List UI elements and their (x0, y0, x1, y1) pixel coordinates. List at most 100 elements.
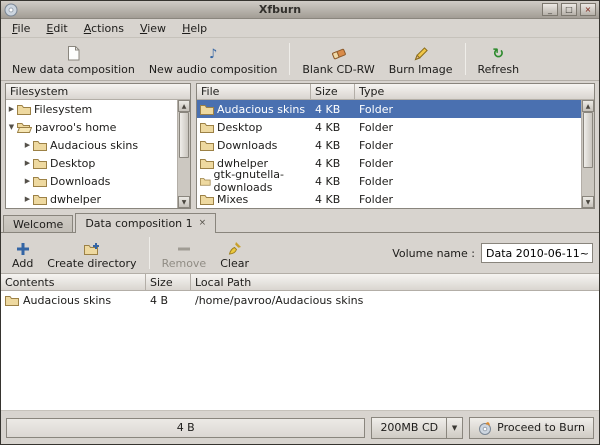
app-cd-icon (4, 3, 18, 17)
proceed-to-burn-button[interactable]: Proceed to Burn (469, 417, 594, 439)
composition-toolbar: Add Create directory Remove Clear (1, 233, 599, 273)
clear-button[interactable]: Clear (213, 234, 256, 272)
xfburn-window: Xfburn _ □ × File Edit Actions View Help… (0, 0, 600, 445)
folder-icon (33, 194, 47, 205)
new-data-composition-label: New data composition (12, 63, 135, 76)
browser-panes: Filesystem ▶ Filesystem ▼ pavroo's home … (1, 81, 599, 211)
maximize-button[interactable]: □ (561, 3, 577, 16)
tab-data-composition-label: Data composition 1 (85, 217, 192, 230)
tab-welcome[interactable]: Welcome (3, 215, 73, 232)
contents-local-path: /home/pavroo/Audacious skins (191, 294, 599, 307)
scrollbar-thumb[interactable] (583, 112, 593, 168)
refresh-icon: ↻ (492, 45, 504, 61)
blank-cdrw-button[interactable]: Blank CD-RW (295, 40, 381, 78)
menu-view[interactable]: View (132, 19, 174, 37)
data-composition-page: Add Create directory Remove Clear (1, 232, 599, 444)
burn-image-button[interactable]: Burn Image (382, 40, 460, 78)
filesystem-scrollbar[interactable]: ▲ ▼ (177, 100, 190, 208)
file-row-audacious-skins[interactable]: Audacious skins 4 KB Folder (197, 100, 594, 118)
menu-actions[interactable]: Actions (76, 19, 132, 37)
expander-icon[interactable]: ▼ (6, 123, 17, 131)
tree-item-filesystem[interactable]: ▶ Filesystem (6, 100, 190, 118)
clear-label: Clear (220, 257, 249, 270)
volume-name-label: Volume name : (392, 247, 475, 260)
composition-contents-table: Contents Size Local Path Audacious skins… (1, 273, 599, 410)
disc-size-combobox[interactable]: 200MB CD ▼ (371, 417, 463, 439)
menu-file[interactable]: File (4, 19, 38, 37)
file-row-desktop[interactable]: Desktop 4 KB Folder (197, 118, 594, 136)
statusbar: 4 B 200MB CD ▼ Proceed to Burn (1, 410, 599, 444)
main-toolbar: New data composition ♪ New audio composi… (1, 38, 599, 81)
folder-open-icon (17, 122, 32, 133)
expander-icon[interactable]: ▶ (22, 195, 33, 203)
new-audio-composition-button[interactable]: ♪ New audio composition (142, 40, 285, 78)
tree-item-downloads[interactable]: ▶ Downloads (6, 172, 190, 190)
tree-item-dwhelper[interactable]: ▶ dwhelper (6, 190, 190, 208)
proceed-to-burn-label: Proceed to Burn (497, 421, 585, 434)
column-header-file[interactable]: File (197, 84, 311, 100)
column-header-size[interactable]: Size (311, 84, 355, 100)
eraser-icon (331, 45, 347, 61)
file-type: Folder (355, 139, 594, 152)
file-row-downloads[interactable]: Downloads 4 KB Folder (197, 136, 594, 154)
composition-size-text: 4 B (177, 421, 195, 434)
tab-close-icon[interactable]: × (199, 219, 207, 228)
folder-icon (33, 158, 47, 169)
scroll-down-icon[interactable]: ▼ (178, 196, 190, 208)
column-header-size[interactable]: Size (146, 274, 191, 291)
file-list-scrollbar[interactable]: ▲ ▼ (581, 100, 594, 208)
create-directory-button[interactable]: Create directory (40, 234, 143, 272)
folder-icon (200, 176, 211, 187)
dropdown-arrow-icon[interactable]: ▼ (446, 418, 462, 438)
file-name: gtk-gnutella-downloads (214, 168, 311, 194)
scroll-up-icon[interactable]: ▲ (582, 100, 594, 112)
column-header-local-path[interactable]: Local Path (191, 274, 599, 291)
tab-data-composition-1[interactable]: Data composition 1 × (75, 213, 216, 233)
contents-name: Audacious skins (23, 294, 111, 307)
close-button[interactable]: × (580, 3, 596, 16)
file-row-gtk-gnutella-downloads[interactable]: gtk-gnutella-downloads 4 KB Folder (197, 172, 594, 190)
new-data-composition-button[interactable]: New data composition (5, 40, 142, 78)
file-name: Audacious skins (217, 103, 305, 116)
scroll-down-icon[interactable]: ▼ (582, 196, 594, 208)
file-type: Folder (355, 121, 594, 134)
burn-image-label: Burn Image (389, 63, 453, 76)
contents-row-audacious-skins[interactable]: Audacious skins 4 B /home/pavroo/Audacio… (1, 291, 599, 309)
expander-icon[interactable]: ▶ (6, 105, 17, 113)
tree-item-pavroo-home[interactable]: ▼ pavroo's home (6, 118, 190, 136)
folder-icon (200, 158, 214, 169)
column-header-contents[interactable]: Contents (1, 274, 146, 291)
file-size: 4 KB (311, 139, 355, 152)
expander-icon[interactable]: ▶ (22, 141, 33, 149)
tree-item-desktop[interactable]: ▶ Desktop (6, 154, 190, 172)
tree-item-label: pavroo's home (32, 121, 116, 134)
pencil-icon (414, 45, 428, 61)
new-data-composition-icon (67, 45, 80, 61)
folder-icon (200, 194, 214, 205)
tree-item-audacious-skins[interactable]: ▶ Audacious skins (6, 136, 190, 154)
new-folder-icon (84, 239, 100, 255)
scroll-up-icon[interactable]: ▲ (178, 100, 190, 112)
contents-header-row: Contents Size Local Path (1, 274, 599, 291)
filesystem-column-header[interactable]: Filesystem (6, 84, 190, 100)
menu-edit[interactable]: Edit (38, 19, 75, 37)
expander-icon[interactable]: ▶ (22, 177, 33, 185)
titlebar[interactable]: Xfburn _ □ × (1, 1, 599, 19)
folder-icon (200, 140, 214, 151)
refresh-button[interactable]: ↻ Refresh (471, 40, 527, 78)
scrollbar-thumb[interactable] (179, 112, 189, 158)
remove-button[interactable]: Remove (155, 234, 214, 272)
tree-item-label: Desktop (47, 157, 95, 170)
add-icon (17, 239, 29, 255)
file-row-mixes[interactable]: Mixes 4 KB Folder (197, 190, 594, 208)
column-header-type[interactable]: Type (355, 84, 594, 100)
expander-icon[interactable]: ▶ (22, 159, 33, 167)
refresh-label: Refresh (478, 63, 520, 76)
minimize-button[interactable]: _ (542, 3, 558, 16)
menu-help[interactable]: Help (174, 19, 215, 37)
volume-name-input[interactable] (481, 243, 593, 263)
window-title: Xfburn (21, 3, 539, 16)
file-name: Desktop (217, 121, 262, 134)
add-button[interactable]: Add (5, 234, 40, 272)
tree-item-label: dwhelper (47, 193, 101, 206)
